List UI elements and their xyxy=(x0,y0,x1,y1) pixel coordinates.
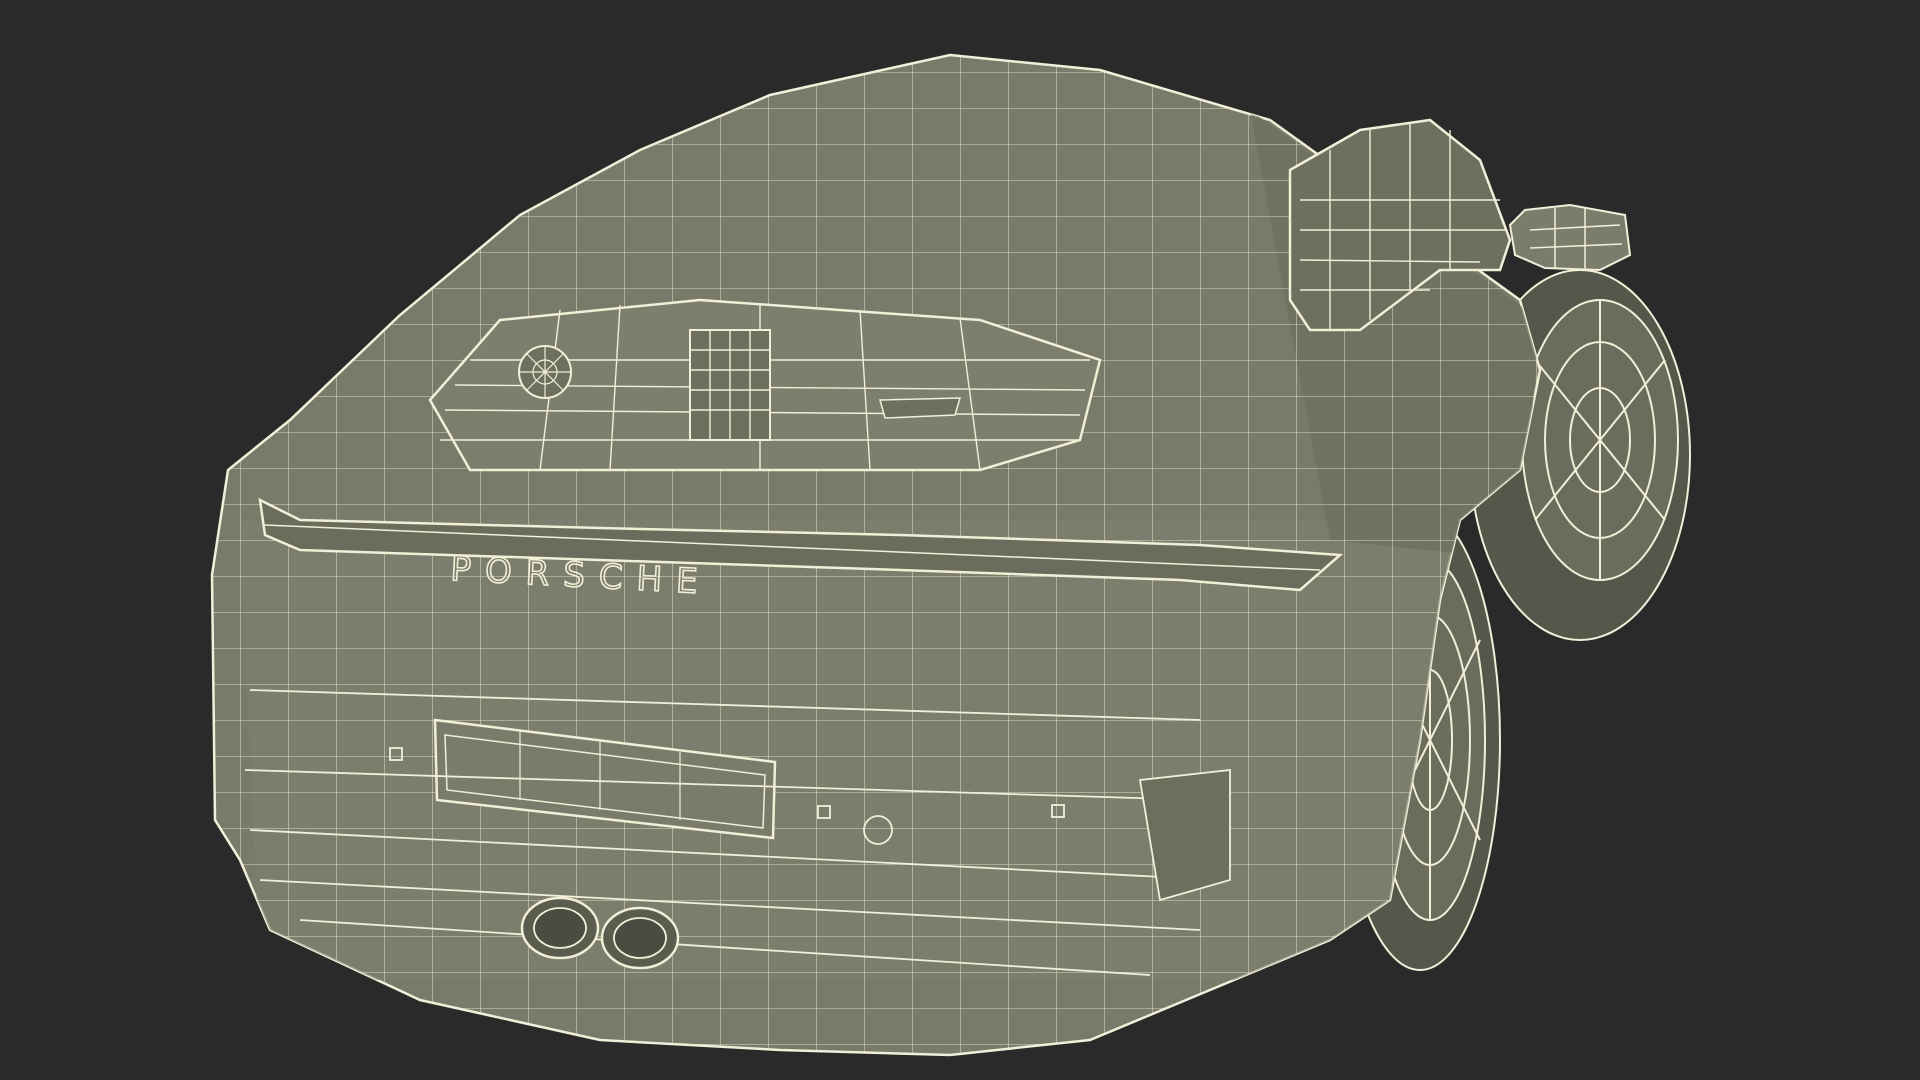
viewport: PORSCHE xyxy=(0,0,1920,1080)
side-mirror xyxy=(1508,203,1632,272)
wireframe-render: PORSCHE xyxy=(210,53,1691,1057)
engine-lid xyxy=(428,298,1102,472)
